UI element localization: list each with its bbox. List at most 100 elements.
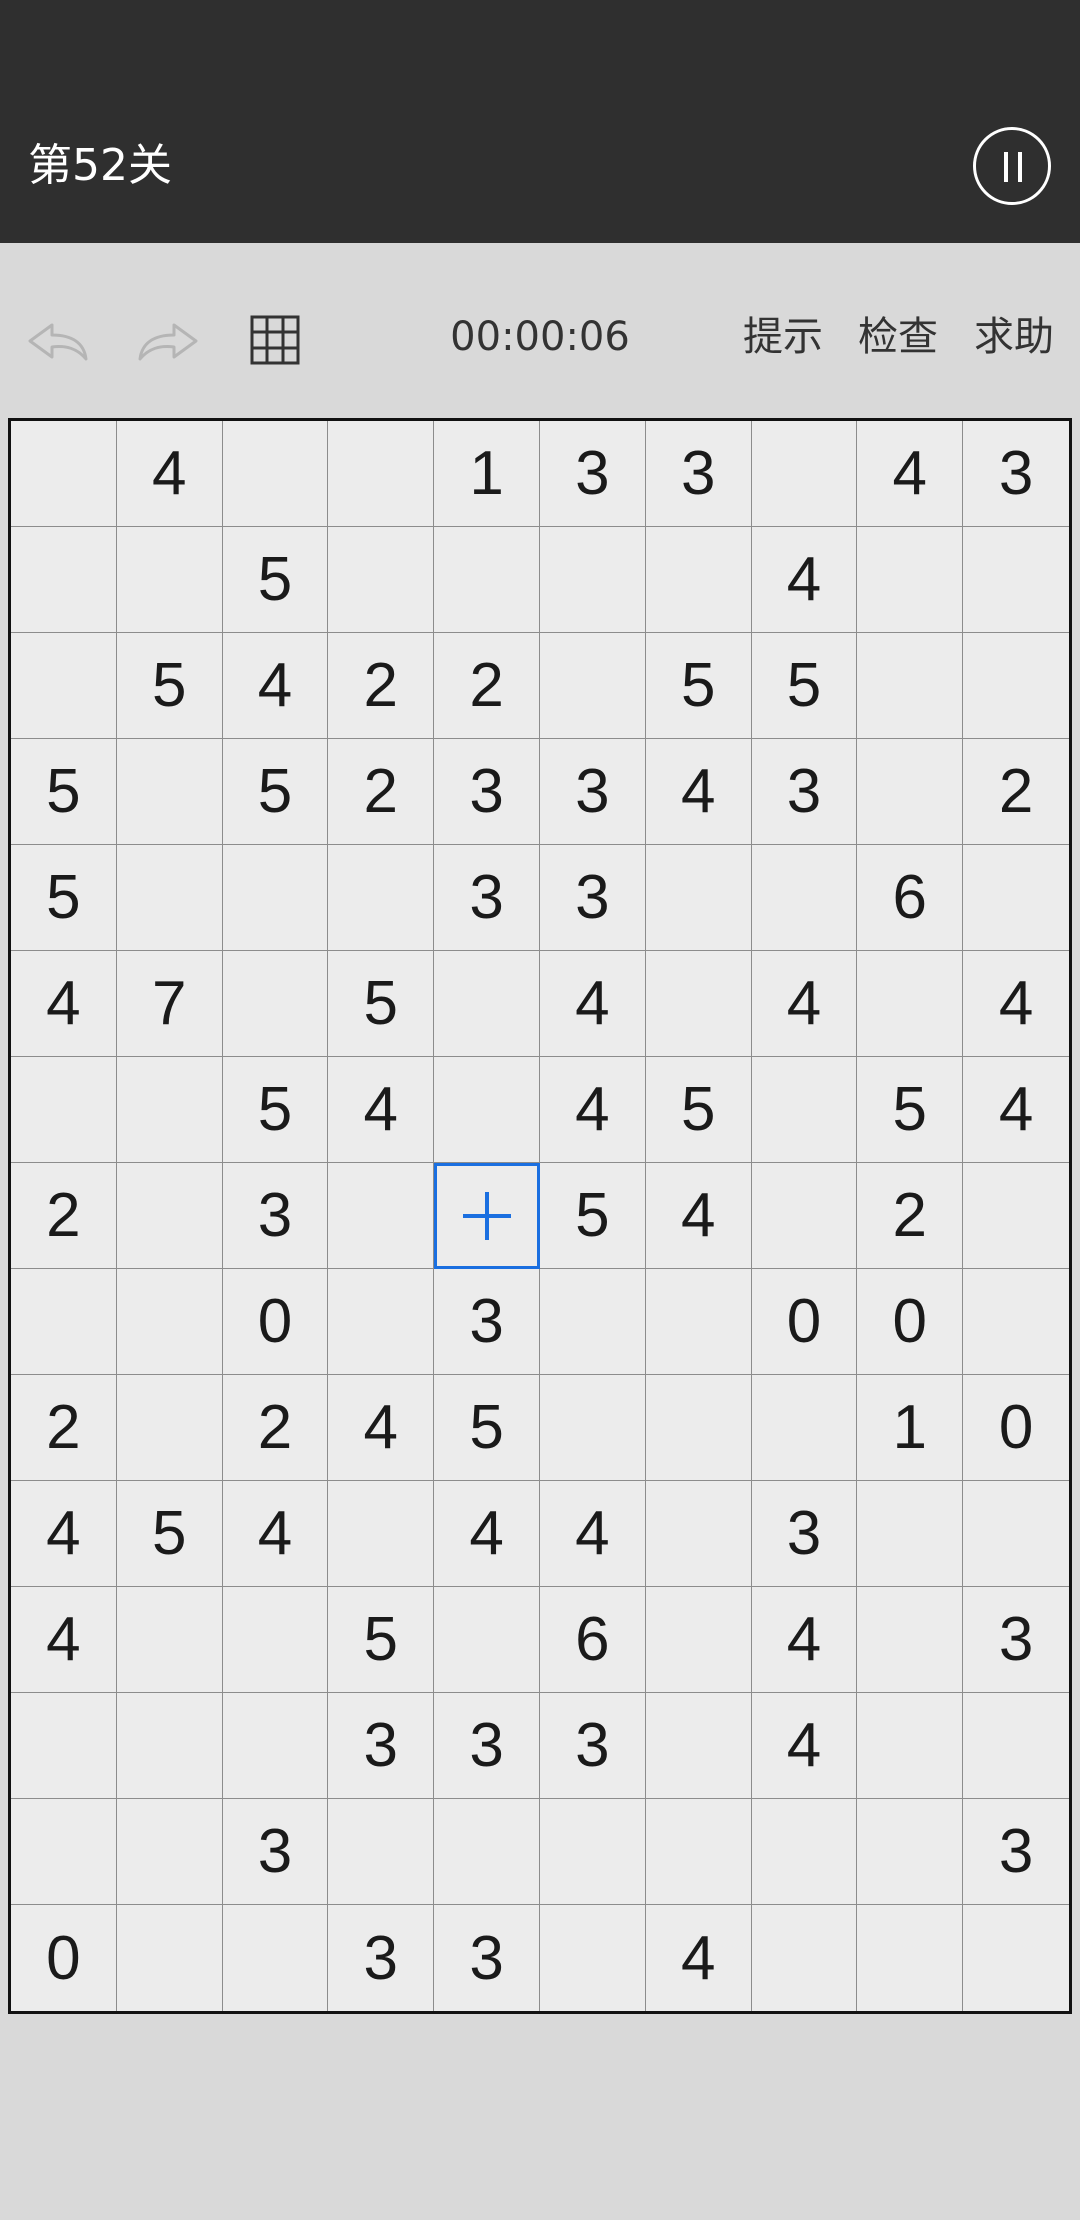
- grid-cell[interactable]: [540, 1905, 646, 2011]
- grid-cell[interactable]: 2: [11, 1375, 117, 1481]
- grid-cell[interactable]: 3: [963, 1799, 1069, 1905]
- grid-cell[interactable]: 4: [540, 951, 646, 1057]
- grid-cell[interactable]: 3: [434, 1269, 540, 1375]
- grid-cell[interactable]: [434, 527, 540, 633]
- grid-cell[interactable]: 3: [540, 421, 646, 527]
- grid-cell[interactable]: [434, 1587, 540, 1693]
- grid-cell[interactable]: [222, 845, 329, 951]
- grid-cell[interactable]: 5: [540, 1163, 646, 1269]
- grid-cell[interactable]: [116, 1587, 223, 1693]
- grid-cell[interactable]: [645, 1693, 752, 1799]
- grid-cell[interactable]: 0: [11, 1905, 117, 2011]
- grid-cell[interactable]: [645, 951, 752, 1057]
- grid-cell[interactable]: 3: [434, 1905, 540, 2011]
- grid-cell[interactable]: 5: [434, 1375, 540, 1481]
- grid-cell[interactable]: 1: [434, 421, 540, 527]
- grid-cell[interactable]: [645, 1587, 752, 1693]
- grid-cell[interactable]: 2: [434, 633, 540, 739]
- grid-cell[interactable]: 3: [328, 1905, 435, 2011]
- grid-cell[interactable]: 0: [857, 1269, 964, 1375]
- grid-cell[interactable]: 4: [645, 739, 752, 845]
- grid-cell[interactable]: 5: [645, 633, 752, 739]
- grid-cell[interactable]: 3: [540, 739, 646, 845]
- help-button[interactable]: 求助: [974, 301, 1054, 373]
- grid-cell[interactable]: [116, 845, 223, 951]
- grid-cell[interactable]: 3: [434, 845, 540, 951]
- grid-cell[interactable]: 4: [11, 951, 117, 1057]
- grid-cell[interactable]: 4: [646, 1905, 752, 2011]
- grid-cell[interactable]: [540, 527, 646, 633]
- grid-cell[interactable]: [116, 527, 223, 633]
- grid-cell[interactable]: 4: [857, 421, 964, 527]
- grid-cell[interactable]: 3: [328, 1693, 435, 1799]
- grid-cell[interactable]: 4: [540, 1481, 646, 1587]
- grid-cell[interactable]: [963, 633, 1069, 739]
- grid-cell[interactable]: [857, 527, 964, 633]
- grid-cell[interactable]: [222, 421, 329, 527]
- grid-cell[interactable]: 3: [963, 421, 1069, 527]
- grid-cell[interactable]: 3: [222, 1799, 329, 1905]
- grid-cell[interactable]: [963, 1269, 1069, 1375]
- grid-cell[interactable]: 4: [328, 1057, 435, 1163]
- grid-cell[interactable]: [751, 845, 858, 951]
- grid-cell[interactable]: [963, 1693, 1069, 1799]
- grid-icon[interactable]: [240, 303, 312, 375]
- grid-cell[interactable]: [963, 845, 1069, 951]
- grid-cell[interactable]: [963, 1481, 1069, 1587]
- grid-cell[interactable]: [328, 527, 435, 633]
- grid-cell[interactable]: [963, 1905, 1069, 2011]
- grid-cell[interactable]: 3: [751, 1481, 858, 1587]
- grid-cell[interactable]: [328, 1481, 435, 1587]
- grid-cell[interactable]: 4: [116, 421, 223, 527]
- grid-cell[interactable]: [328, 1799, 435, 1905]
- grid-cell[interactable]: [751, 1057, 858, 1163]
- grid-cell[interactable]: 4: [540, 1057, 646, 1163]
- grid-cell[interactable]: [963, 1163, 1069, 1269]
- grid-cell[interactable]: 2: [11, 1163, 117, 1269]
- grid-cell[interactable]: [645, 527, 752, 633]
- grid-cell[interactable]: [751, 1375, 858, 1481]
- grid-cell[interactable]: [222, 951, 329, 1057]
- grid-cell[interactable]: [328, 1163, 435, 1269]
- hint-button[interactable]: 提示: [743, 301, 823, 373]
- grid-cell[interactable]: [857, 1587, 964, 1693]
- grid-cell[interactable]: 3: [222, 1163, 329, 1269]
- grid-cell[interactable]: 4: [434, 1481, 540, 1587]
- grid-cell[interactable]: 4: [751, 951, 858, 1057]
- grid-cell[interactable]: 3: [540, 845, 646, 951]
- undo-icon[interactable]: [22, 303, 94, 375]
- redo-icon[interactable]: [132, 303, 204, 375]
- grid-cell[interactable]: 4: [222, 1481, 329, 1587]
- grid-cell[interactable]: 5: [328, 1587, 435, 1693]
- grid-cell[interactable]: [11, 421, 117, 527]
- grid-cell[interactable]: 4: [751, 1693, 858, 1799]
- grid-cell[interactable]: [117, 1905, 223, 2011]
- grid-cell[interactable]: [751, 1799, 858, 1905]
- grid-cell[interactable]: 2: [222, 1375, 329, 1481]
- pause-button[interactable]: [973, 127, 1051, 205]
- grid-cell[interactable]: 2: [328, 739, 435, 845]
- grid-cell[interactable]: 2: [963, 739, 1069, 845]
- grid-cell[interactable]: 3: [751, 739, 858, 845]
- grid-cell[interactable]: [116, 1375, 223, 1481]
- grid-cell[interactable]: [11, 1799, 117, 1905]
- grid-cell[interactable]: 4: [11, 1587, 117, 1693]
- grid-cell[interactable]: 2: [857, 1163, 964, 1269]
- grid-cell[interactable]: [857, 1905, 964, 2011]
- grid-cell[interactable]: [116, 1693, 223, 1799]
- grid-cell[interactable]: 7: [116, 951, 223, 1057]
- grid-cell[interactable]: [222, 1693, 329, 1799]
- grid-cell[interactable]: [857, 633, 964, 739]
- grid-cell[interactable]: 4: [328, 1375, 435, 1481]
- grid-cell[interactable]: 4: [751, 1587, 858, 1693]
- grid-cell[interactable]: [222, 1587, 329, 1693]
- grid-cell[interactable]: 5: [11, 845, 117, 951]
- grid-cell[interactable]: 4: [645, 1163, 752, 1269]
- grid-cell[interactable]: [857, 739, 964, 845]
- grid-cell[interactable]: 4: [751, 527, 858, 633]
- grid-cell[interactable]: [11, 633, 117, 739]
- grid-cell[interactable]: [11, 1693, 117, 1799]
- grid-cell[interactable]: 0: [751, 1269, 858, 1375]
- grid-cell[interactable]: [328, 1269, 435, 1375]
- grid-cell[interactable]: 6: [857, 845, 964, 951]
